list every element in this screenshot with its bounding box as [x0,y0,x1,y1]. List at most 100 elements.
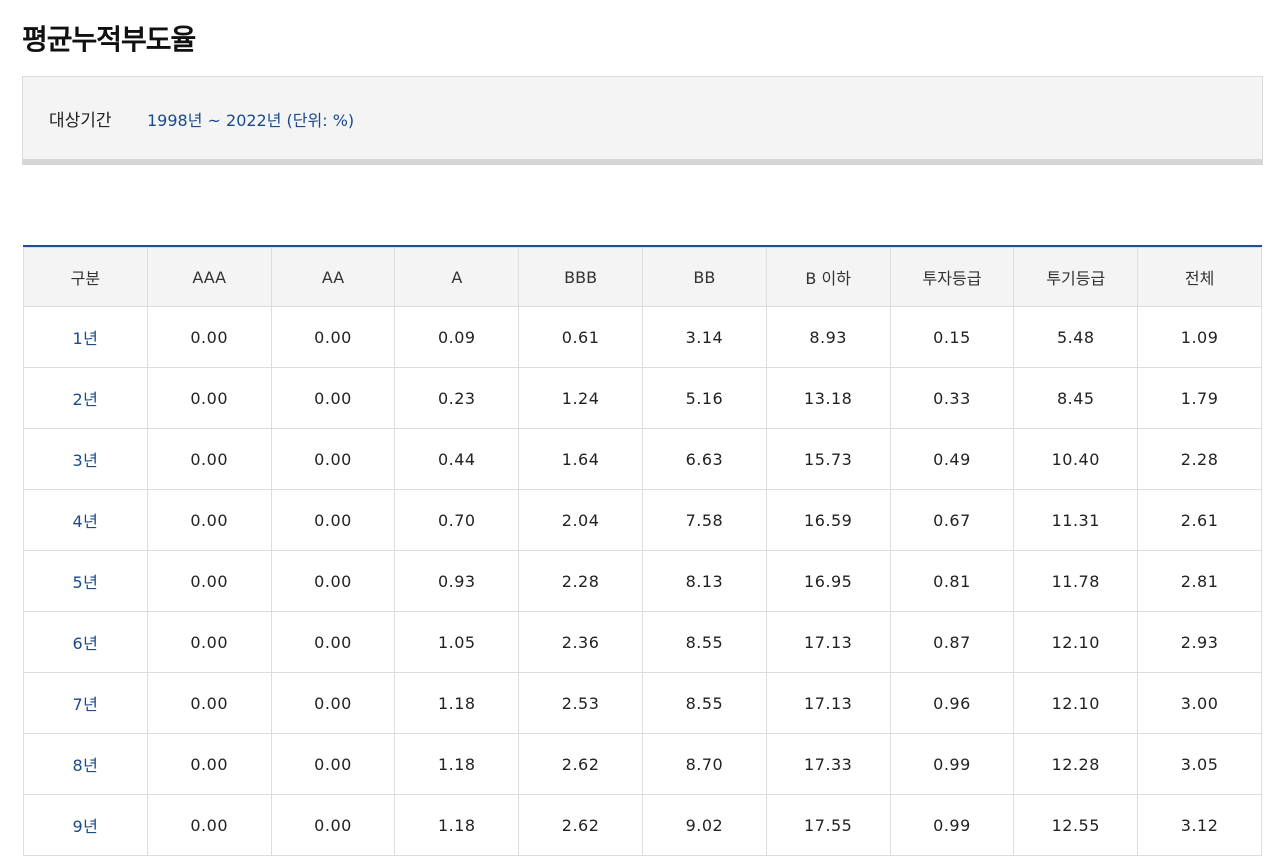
cell-b-below: 15.73 [765,428,891,490]
cell-bb: 9.02 [641,794,767,856]
period-value: 1998년 ~ 2022년 (단위: %) [147,111,355,130]
cell-bbb: 1.64 [518,428,643,490]
cell-bbb: 0.61 [518,306,643,368]
cell-aaa: 0.00 [146,611,272,673]
cell-total: 3.12 [1137,794,1262,856]
cell-speculative-grade: 11.31 [1013,489,1139,551]
cell-bb: 8.70 [641,733,767,795]
cell-b-below: 17.33 [765,733,891,795]
cell-aa: 0.00 [270,550,396,612]
row-label-link[interactable]: 1년 [23,306,148,368]
row-label-link[interactable]: 7년 [23,672,148,734]
default-rate-table: 구분 AAA AA A BBB BB B 이하 투자등급 투기등급 전체 1년 0… [23,247,1262,856]
row-label-link[interactable]: 8년 [23,733,148,795]
table-row: 1년 0.00 0.00 0.09 0.61 3.14 8.93 0.15 5.48 1.09 [23,306,1262,368]
cell-a: 0.70 [394,489,520,551]
cell-bbb: 2.36 [518,611,643,673]
table-row: 2년 0.00 0.00 0.23 1.24 5.16 13.18 0.33 8.45 1.79 [23,367,1262,429]
cell-aaa: 0.00 [146,489,272,551]
cell-aaa: 0.00 [146,306,272,368]
cell-a: 1.05 [394,611,520,673]
row-label-link[interactable]: 3년 [23,428,148,490]
table-body: 1년 0.00 0.00 0.09 0.61 3.14 8.93 0.15 5.48 1.09 2년… [23,306,1262,856]
table-row: 7년 0.00 0.00 1.18 2.53 8.55 17.13 0.96 12.10 3.00 [23,672,1262,734]
header-investment-grade: 투자등급 [889,247,1015,307]
cell-bbb: 2.62 [518,733,643,795]
cell-b-below: 16.95 [765,550,891,612]
cell-b-below: 16.59 [765,489,891,551]
cell-aa: 0.00 [270,672,396,734]
cell-aaa: 0.00 [146,794,272,856]
cell-bbb: 2.04 [518,489,643,551]
cell-bb: 7.58 [641,489,767,551]
row-label-link[interactable]: 4년 [23,489,148,551]
cell-aa: 0.00 [270,794,396,856]
cell-bb: 3.14 [641,306,767,368]
header-category: 구분 [23,247,148,307]
cell-aa: 0.00 [270,428,396,490]
cell-investment-grade: 0.15 [889,306,1015,368]
cell-a: 0.09 [394,306,520,368]
cell-aaa: 0.00 [146,550,272,612]
table-row: 4년 0.00 0.00 0.70 2.04 7.58 16.59 0.67 11.31 2.61 [23,489,1262,551]
cell-speculative-grade: 11.78 [1013,550,1139,612]
cell-total: 1.09 [1137,306,1262,368]
cell-speculative-grade: 12.10 [1013,611,1139,673]
cell-speculative-grade: 10.40 [1013,428,1139,490]
cell-a: 1.18 [394,672,520,734]
table-row: 6년 0.00 0.00 1.05 2.36 8.55 17.13 0.87 12.10 2.93 [23,611,1262,673]
header-aaa: AAA [146,247,272,307]
table-row: 5년 0.00 0.00 0.93 2.28 8.13 16.95 0.81 11.78 2.81 [23,550,1262,612]
cell-total: 3.05 [1137,733,1262,795]
header-a: A [394,247,520,307]
header-b-below: B 이하 [765,247,891,307]
row-label-link[interactable]: 9년 [23,794,148,856]
cell-bbb: 2.62 [518,794,643,856]
table-header-row: 구분 AAA AA A BBB BB B 이하 투자등급 투기등급 전체 [23,247,1262,307]
cell-a: 0.44 [394,428,520,490]
cell-bb: 5.16 [641,367,767,429]
cell-bb: 8.13 [641,550,767,612]
header-speculative-grade: 투기등급 [1013,247,1139,307]
cell-bbb: 2.28 [518,550,643,612]
cell-aa: 0.00 [270,733,396,795]
cell-total: 2.61 [1137,489,1262,551]
header-total: 전체 [1137,247,1262,307]
period-label: 대상기간 [49,111,112,131]
cell-total: 3.00 [1137,672,1262,734]
table-row: 3년 0.00 0.00 0.44 1.64 6.63 15.73 0.49 10.40 2.28 [23,428,1262,490]
cell-b-below: 13.18 [765,367,891,429]
cell-aa: 0.00 [270,611,396,673]
cell-a: 0.93 [394,550,520,612]
cell-bb: 8.55 [641,611,767,673]
period-info-box: 대상기간 1998년 ~ 2022년 (단위: %) [22,76,1263,165]
header-bbb: BBB [518,247,643,307]
row-label-link[interactable]: 6년 [23,611,148,673]
cell-a: 0.23 [394,367,520,429]
cell-speculative-grade: 12.55 [1013,794,1139,856]
cell-speculative-grade: 12.10 [1013,672,1139,734]
cell-aa: 0.00 [270,306,396,368]
cell-total: 2.28 [1137,428,1262,490]
cell-investment-grade: 0.33 [889,367,1015,429]
cell-aaa: 0.00 [146,428,272,490]
row-label-link[interactable]: 5년 [23,550,148,612]
cell-bbb: 1.24 [518,367,643,429]
cell-speculative-grade: 8.45 [1013,367,1139,429]
cell-investment-grade: 0.99 [889,794,1015,856]
cell-b-below: 8.93 [765,306,891,368]
cell-aa: 0.00 [270,489,396,551]
table-row: 8년 0.00 0.00 1.18 2.62 8.70 17.33 0.99 12.28 3.05 [23,733,1262,795]
cell-speculative-grade: 12.28 [1013,733,1139,795]
header-bb: BB [641,247,767,307]
cell-b-below: 17.13 [765,611,891,673]
cell-investment-grade: 0.81 [889,550,1015,612]
header-aa: AA [270,247,396,307]
cell-investment-grade: 0.96 [889,672,1015,734]
row-label-link[interactable]: 2년 [23,367,148,429]
cell-total: 2.93 [1137,611,1262,673]
cell-aaa: 0.00 [146,672,272,734]
cell-b-below: 17.13 [765,672,891,734]
cell-aaa: 0.00 [146,367,272,429]
cell-b-below: 17.55 [765,794,891,856]
